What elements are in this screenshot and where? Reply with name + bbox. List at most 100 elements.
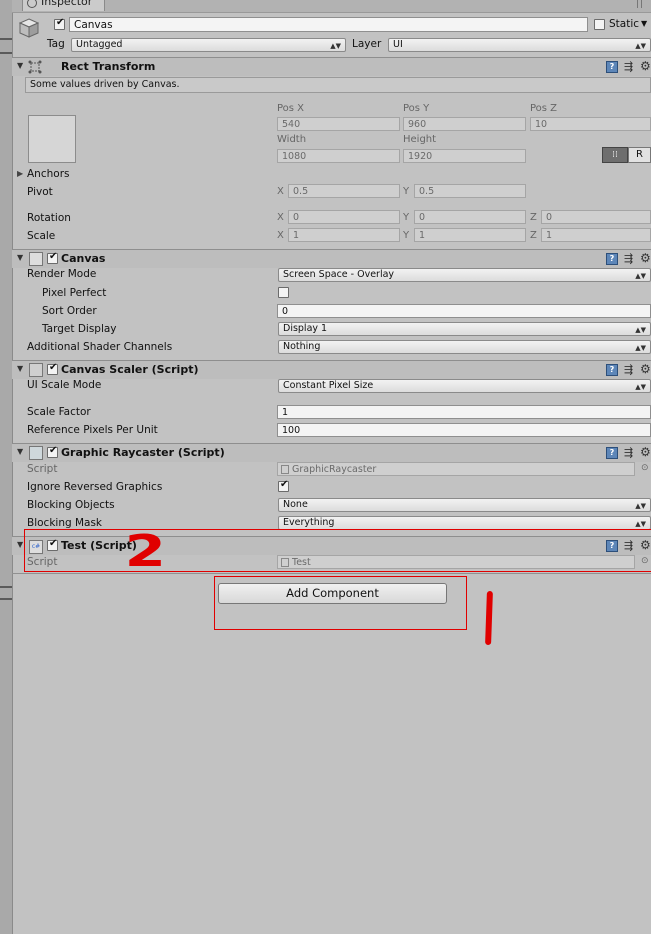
blocking-mask-dropdown[interactable]: Everything ▲▼ [278, 516, 651, 530]
pos-x-label: Pos X [277, 103, 305, 114]
static-label: Static [609, 18, 640, 30]
rot-x-label: X [277, 212, 284, 223]
rect-transform-header[interactable]: ▼ Rect Transform ? ⇶ ⚙ [12, 57, 651, 76]
canvas-scaler-header[interactable]: ▼ Canvas Scaler (Script) ? ⇶ ⚙ [12, 360, 651, 379]
gear-icon[interactable]: ⚙ [640, 446, 651, 458]
scale-z-field[interactable]: 1 [541, 228, 651, 242]
tab-inspector-label: Inspector [41, 0, 93, 8]
panel-menu-icon[interactable] [637, 0, 642, 8]
annotation-number-1 [485, 590, 493, 646]
object-name-input[interactable]: Canvas [69, 17, 588, 32]
left-panel-edge [0, 0, 13, 934]
pixel-perfect-checkbox[interactable] [278, 287, 289, 298]
help-icon[interactable]: ? [606, 253, 618, 265]
tab-inspector[interactable]: Inspector [22, 0, 106, 11]
canvas-component-header[interactable]: ▼ Canvas ? ⇶ ⚙ [12, 249, 651, 268]
canvas-enabled-checkbox[interactable] [47, 251, 58, 264]
help-icon[interactable]: ? [606, 364, 618, 376]
canvas-component-icon [29, 252, 43, 266]
anchors-foldout-icon[interactable]: ▶ [17, 169, 23, 178]
gear-icon[interactable]: ⚙ [640, 60, 651, 72]
target-display-value: Display 1 [283, 323, 328, 334]
pixel-perfect-label: Pixel Perfect [42, 287, 107, 299]
graphic-raycaster-icon [29, 446, 43, 460]
render-mode-label: Render Mode [27, 268, 97, 280]
raycaster-script-label: Script [27, 463, 58, 475]
target-display-dropdown[interactable]: Display 1 ▲▼ [278, 322, 651, 336]
gear-icon[interactable]: ⚙ [640, 363, 651, 375]
chevron-icon: ▲▼ [635, 42, 646, 50]
ref-ppu-field[interactable]: 100 [277, 423, 651, 437]
ui-scale-mode-value: Constant Pixel Size [283, 380, 374, 391]
object-picker-icon[interactable]: ⊙ [641, 463, 649, 473]
graphic-raycaster-header[interactable]: ▼ Graphic Raycaster (Script) ? ⇶ ⚙ [12, 443, 651, 462]
scale-factor-label: Scale Factor [27, 406, 91, 418]
tag-dropdown[interactable]: Untagged ▲▼ [71, 38, 346, 52]
render-mode-dropdown[interactable]: Screen Space - Overlay ▲▼ [278, 268, 651, 282]
shader-channels-value: Nothing [283, 341, 321, 352]
height-label: Height [403, 134, 437, 145]
collapse-triangle-icon[interactable]: ▼ [17, 447, 23, 456]
ignore-reversed-label: Ignore Reversed Graphics [27, 481, 163, 493]
blocking-objects-value: None [283, 499, 308, 510]
help-icon[interactable]: ? [606, 61, 618, 73]
presets-icon[interactable]: ⇶ [624, 364, 633, 376]
script-file-icon [281, 465, 289, 474]
tag-value: Untagged [76, 39, 123, 50]
rot-z-field[interactable]: 0 [541, 210, 651, 224]
tab-bar [12, 0, 651, 13]
pos-z-field[interactable]: 10 [530, 117, 651, 131]
gear-icon[interactable]: ⚙ [640, 252, 651, 264]
collapse-triangle-icon[interactable]: ▼ [17, 61, 23, 70]
collapse-triangle-icon[interactable]: ▼ [17, 364, 23, 373]
width-label: Width [277, 134, 307, 145]
scale-x-field[interactable]: 1 [288, 228, 400, 242]
rect-transform-title: Rect Transform [61, 60, 156, 73]
driven-values-note-text: Some values driven by Canvas. [30, 79, 180, 90]
components-end-divider [12, 573, 651, 574]
ignore-reversed-checkbox[interactable] [278, 479, 289, 492]
scale-factor-field[interactable]: 1 [277, 405, 651, 419]
static-checkbox[interactable] [594, 19, 605, 30]
presets-icon[interactable]: ⇶ [624, 253, 633, 265]
shader-channels-label: Additional Shader Channels [27, 341, 173, 353]
scale-y-field[interactable]: 1 [414, 228, 526, 242]
pivot-x-field: 0.5 [288, 184, 400, 198]
canvas-scaler-enabled-checkbox[interactable] [47, 362, 58, 375]
rot-y-field[interactable]: 0 [414, 210, 526, 224]
blueprint-mode-icon[interactable]: ⁞⁞ [602, 147, 628, 163]
collapse-triangle-icon[interactable]: ▼ [17, 253, 23, 262]
rot-z-label: Z [530, 212, 537, 223]
presets-icon[interactable]: ⇶ [624, 447, 633, 459]
presets-icon[interactable]: ⇶ [624, 61, 633, 73]
active-checkbox[interactable] [54, 17, 65, 30]
render-mode-value: Screen Space - Overlay [283, 269, 395, 280]
raw-edit-button[interactable]: R [628, 147, 651, 163]
scale-z-label: Z [530, 230, 537, 241]
ref-ppu-label: Reference Pixels Per Unit [27, 424, 158, 436]
ui-scale-mode-dropdown[interactable]: Constant Pixel Size ▲▼ [278, 379, 651, 393]
anchor-presets-button[interactable] [28, 115, 76, 163]
annotation-box-test-script [24, 529, 651, 572]
sort-order-field[interactable]: 0 [277, 304, 651, 318]
pos-z-label: Pos Z [530, 103, 558, 114]
layer-value: UI [393, 39, 403, 50]
graphic-raycaster-enabled-checkbox[interactable] [47, 445, 58, 458]
anchors-label[interactable]: Anchors [27, 167, 69, 181]
shader-channels-dropdown[interactable]: Nothing ▲▼ [278, 340, 651, 354]
gameobject-cube-icon [18, 17, 40, 39]
rot-y-label: Y [403, 212, 410, 223]
chevron-icon: ▲▼ [635, 502, 646, 510]
pivot-y-field: 0.5 [414, 184, 526, 198]
static-dropdown-arrow-icon[interactable]: ▼ [641, 19, 647, 28]
blocking-objects-dropdown[interactable]: None ▲▼ [278, 498, 651, 512]
pos-y-label: Pos Y [403, 103, 430, 114]
help-icon[interactable]: ? [606, 447, 618, 459]
scale-y-label: Y [403, 230, 410, 241]
graphic-raycaster-title: Graphic Raycaster (Script) [61, 446, 225, 459]
height-field: 1920 [403, 149, 526, 163]
layer-dropdown[interactable]: UI ▲▼ [388, 38, 651, 52]
rot-x-field[interactable]: 0 [288, 210, 400, 224]
collapse-triangle-icon[interactable]: ▼ [17, 540, 23, 549]
pos-y-field: 960 [403, 117, 526, 131]
